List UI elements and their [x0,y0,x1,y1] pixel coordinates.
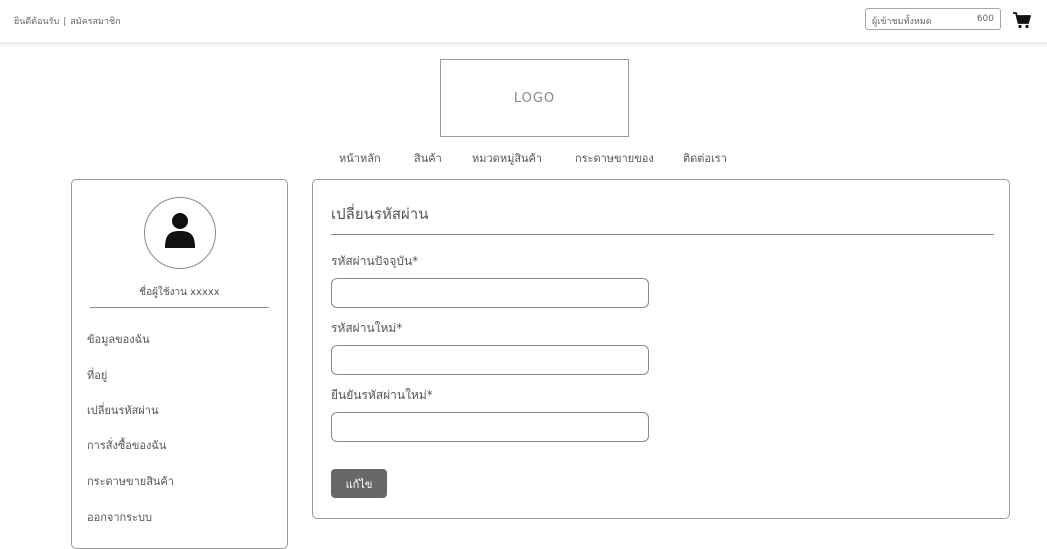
register-link[interactable]: สมัครสมาชิก [70,17,120,27]
sidebar-item-selling-paper[interactable]: กระดาษขายสินค้า [87,472,174,490]
panel-divider [331,234,994,235]
visitor-counter-label: ผู้เข้าชมทั้งหมด [872,17,932,27]
current-password-input[interactable] [331,278,649,308]
logo-text: LOGO [513,90,556,106]
sidebar-item-my-orders[interactable]: การสั่งซื้อของฉัน [87,436,166,454]
edit-button[interactable]: แก้ไข [331,469,387,498]
sidebar-item-address[interactable]: ที่อยู่ [87,366,107,384]
sidebar-item-logout[interactable]: ออกจากระบบ [87,508,152,526]
new-password-label: รหัสผ่านใหม่* [331,321,403,335]
top-links: ยินดีต้อนรับ | สมัครสมาชิก [14,14,121,28]
top-bar: ยินดีต้อนรับ | สมัครสมาชิก ผู้เข้าชมทั้งหม… [0,0,1047,44]
welcome-link[interactable]: ยินดีต้อนรับ [14,17,59,27]
nav-item-contact[interactable]: ติดต่อเรา [683,149,727,167]
nav-item-home[interactable]: หน้าหลัก [339,149,381,167]
avatar [144,197,216,269]
username: ชื่อผู้ใช้งาน xxxxx [139,287,220,298]
current-password-label: รหัสผ่านปัจจุบัน* [331,254,419,268]
new-password-input[interactable] [331,345,649,375]
confirm-password-label: ยืนยันรหัสผ่านใหม่* [331,388,433,402]
user-icon [164,212,196,254]
change-password-panel: เปลี่ยนรหัสผ่าน รหัสผ่านปัจจุบัน* รหัสผ่… [312,179,1010,519]
nav-item-selling-paper[interactable]: กระดาษขายของ [575,149,654,167]
account-sidebar: ชื่อผู้ใช้งาน xxxxx ข้อมูลของฉัน ที่อยู่… [71,179,288,549]
shopping-cart-icon[interactable] [1012,10,1032,30]
visitor-counter-value: 600 [976,14,994,24]
visitor-counter: ผู้เข้าชมทั้งหมด 600 [865,8,1001,30]
top-link-separator: | [63,17,67,27]
nav-item-products[interactable]: สินค้า [414,149,442,167]
logo[interactable]: LOGO [440,59,629,137]
sidebar-divider [90,307,269,308]
sidebar-item-my-info[interactable]: ข้อมูลของฉัน [87,330,150,348]
panel-title: เปลี่ยนรหัสผ่าน [331,205,429,223]
sidebar-item-change-password[interactable]: เปลี่ยนรหัสผ่าน [87,401,158,419]
confirm-password-input[interactable] [331,412,649,442]
nav-item-categories[interactable]: หมวดหมู่สินค้า [472,149,542,167]
